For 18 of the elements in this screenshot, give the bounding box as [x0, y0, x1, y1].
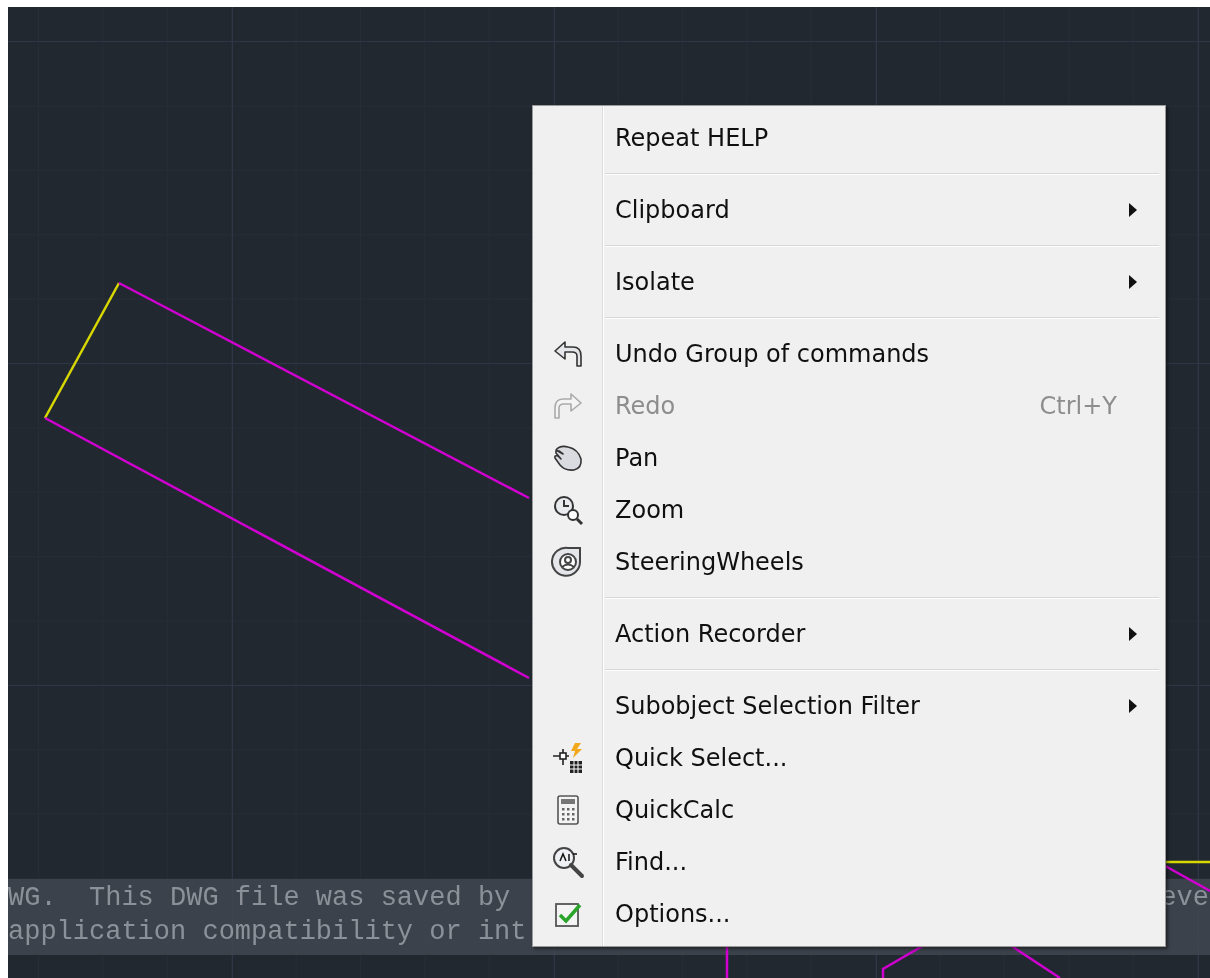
- select-grid-icon: [551, 741, 585, 775]
- menu-item[interactable]: SteeringWheels: [533, 536, 1165, 588]
- command-line-text: WG. This DWG file was saved by: [8, 883, 512, 913]
- command-line-text: application compatibility or int: [8, 917, 527, 947]
- magnifier-icon: [551, 845, 585, 879]
- menu-item[interactable]: Quick Select...: [533, 732, 1165, 784]
- menu-item[interactable]: Options...: [533, 888, 1165, 940]
- menu-item[interactable]: Action Recorder: [533, 608, 1165, 660]
- clock-magnifier-icon: [551, 493, 585, 527]
- menu-item[interactable]: Pan: [533, 432, 1165, 484]
- menu-item[interactable]: Clipboard: [533, 184, 1165, 236]
- menu-item[interactable]: Repeat HELP: [533, 112, 1165, 164]
- menu-item[interactable]: Undo Group of commands: [533, 328, 1165, 380]
- menu-item[interactable]: Subobject Selection Filter: [533, 680, 1165, 732]
- menu-item[interactable]: Zoom: [533, 484, 1165, 536]
- menu-item[interactable]: Isolate: [533, 256, 1165, 308]
- menu-item[interactable]: QuickCalc: [533, 784, 1165, 836]
- menu-item[interactable]: Find...: [533, 836, 1165, 888]
